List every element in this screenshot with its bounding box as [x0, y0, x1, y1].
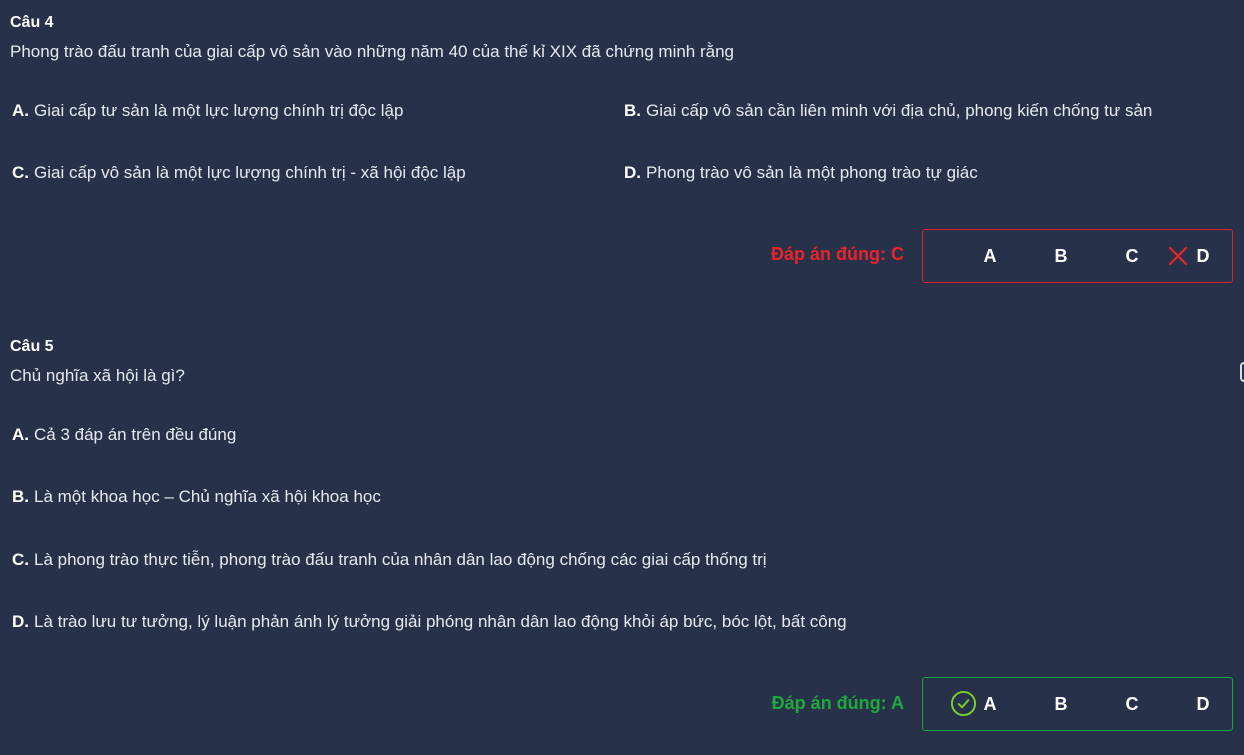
question-4-choice-box: A B C D: [922, 229, 1233, 283]
question-4-choice-c[interactable]: C: [1122, 230, 1142, 282]
option-letter: B.: [624, 101, 641, 120]
question-4-correct-answer-label: Đáp án đúng: C: [771, 244, 904, 264]
option-letter: A.: [12, 425, 29, 444]
question-4-title: Câu 4: [10, 14, 54, 31]
question-5-option-b: B. Là một khoa học – Chủ nghĩa xã hội kho…: [12, 487, 381, 507]
option-text: Là phong trào thực tiễn, phong trào đấu …: [34, 550, 767, 569]
question-5-choice-c[interactable]: C: [1122, 678, 1142, 730]
option-text: Phong trào vô sản là một phong trào tự g…: [646, 163, 978, 182]
question-4-option-b: B. Giai cấp vô sản cần liên minh với địa …: [624, 101, 1152, 121]
question-5-option-c: C. Là phong trào thực tiễn, phong trào đấ…: [12, 550, 767, 570]
question-4-choice-a[interactable]: A: [980, 230, 1000, 282]
question-4-option-a: A. Giai cấp tư sản là một lực lượng chính…: [12, 101, 403, 121]
question-5-option-d: D. Là trào lưu tư tưởng, lý luận phản ánh…: [12, 612, 847, 632]
question-5-choice-b[interactable]: B: [1051, 678, 1071, 730]
question-5-correct-answer-label: Đáp án đúng: A: [771, 693, 904, 713]
question-4-text: Phong trào đấu tranh của giai cấp vô sản…: [10, 42, 735, 61]
option-letter: A.: [12, 101, 29, 120]
question-5-title: Câu 5: [10, 338, 54, 355]
option-letter: C.: [12, 550, 29, 569]
question-4-choice-d[interactable]: D: [1193, 230, 1213, 282]
option-text: Giai cấp tư sản là một lực lượng chính t…: [34, 101, 404, 120]
question-5-option-a: A. Cả 3 đáp án trên đều đúng: [12, 425, 236, 445]
question-4-option-d: D. Phong trào vô sản là một phong trào tự…: [624, 163, 978, 183]
quiz-review-page: Câu 4 Phong trào đấu tranh của giai cấp …: [0, 0, 1244, 755]
question-4-option-c: C. Giai cấp vô sản là một lực lượng chính…: [12, 163, 466, 183]
option-letter: B.: [12, 487, 29, 506]
option-text: Là trào lưu tư tưởng, lý luận phản ánh l…: [34, 612, 847, 631]
scroll-handle[interactable]: [1240, 362, 1244, 382]
option-text: Giai cấp vô sản là một lực lượng chính t…: [34, 163, 466, 182]
correct-check-icon: [950, 690, 977, 717]
question-5-choice-a[interactable]: A: [980, 678, 1000, 730]
question-5-choice-box: A B C D: [922, 677, 1233, 731]
option-letter: D.: [12, 612, 29, 631]
option-text: Là một khoa học – Chủ nghĩa xã hội khoa …: [34, 487, 381, 506]
wrong-x-icon: [1168, 246, 1188, 266]
question-5-choice-d[interactable]: D: [1193, 678, 1213, 730]
option-text: Cả 3 đáp án trên đều đúng: [34, 425, 237, 444]
question-5-text: Chủ nghĩa xã hội là gì?: [10, 366, 185, 385]
option-letter: C.: [12, 163, 29, 182]
option-letter: D.: [624, 163, 641, 182]
question-4-choice-b[interactable]: B: [1051, 230, 1071, 282]
option-text: Giai cấp vô sản cần liên minh với địa ch…: [646, 101, 1153, 120]
